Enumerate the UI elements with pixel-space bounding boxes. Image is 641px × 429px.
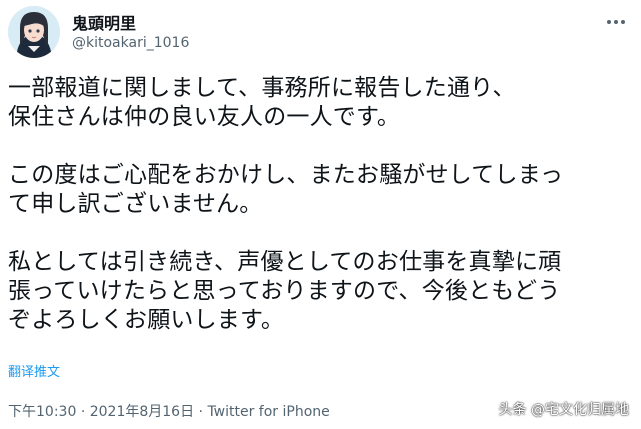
tweet-line: 保住さんは仲の良い友人の一人です。: [8, 104, 401, 130]
author-display-name[interactable]: 鬼頭明里: [72, 10, 136, 34]
tweet-line: 張っていけたらと思っておりますので、今後ともどう: [8, 278, 561, 304]
tweet-paragraph: この度はご心配をおかけし、またお騒がせしてしまっ て申し訳ございません。: [8, 161, 633, 219]
tweet-line: て申し訳ございません。: [8, 191, 263, 217]
more-horizontal-icon[interactable]: [603, 12, 629, 32]
tweet-source-link[interactable]: Twitter for iPhone: [207, 404, 329, 420]
tweet-line: 一部報道に関しまして、事務所に報告した通り、: [8, 75, 516, 101]
tweet-metadata: 下午10:30 · 2021年8月16日 · Twitter for iPhon…: [8, 401, 330, 421]
tweet-paragraph: 私としては引き続き、声優としてのお仕事を真摯に頑 張っていけたらと思っております…: [8, 248, 633, 335]
watermark: 头条 @宅文化归属地: [498, 402, 629, 418]
meta-separator: ·: [80, 404, 86, 420]
tweet-line: ぞよろしくお願いします。: [8, 307, 285, 333]
tweet-time[interactable]: 下午10:30: [8, 404, 76, 420]
tweet-line: 私としては引き続き、声優としてのお仕事を真摯に頑: [8, 249, 562, 275]
tweet-line: この度はご心配をおかけし、またお騒がせしてしまっ: [8, 162, 564, 188]
translate-tweet-link[interactable]: 翻译推文: [8, 361, 60, 380]
tweet-text: 一部報道に関しまして、事務所に報告した通り、 保住さんは仲の良い友人の一人です。…: [8, 74, 633, 335]
meta-separator: ·: [198, 404, 203, 420]
avatar-image: [8, 6, 60, 58]
tweet-date[interactable]: 2021年8月16日: [90, 404, 194, 420]
author-handle[interactable]: @kitoakari_1016: [72, 35, 189, 51]
avatar[interactable]: [8, 6, 60, 58]
tweet-paragraph: 一部報道に関しまして、事務所に報告した通り、 保住さんは仲の良い友人の一人です。: [8, 74, 633, 132]
